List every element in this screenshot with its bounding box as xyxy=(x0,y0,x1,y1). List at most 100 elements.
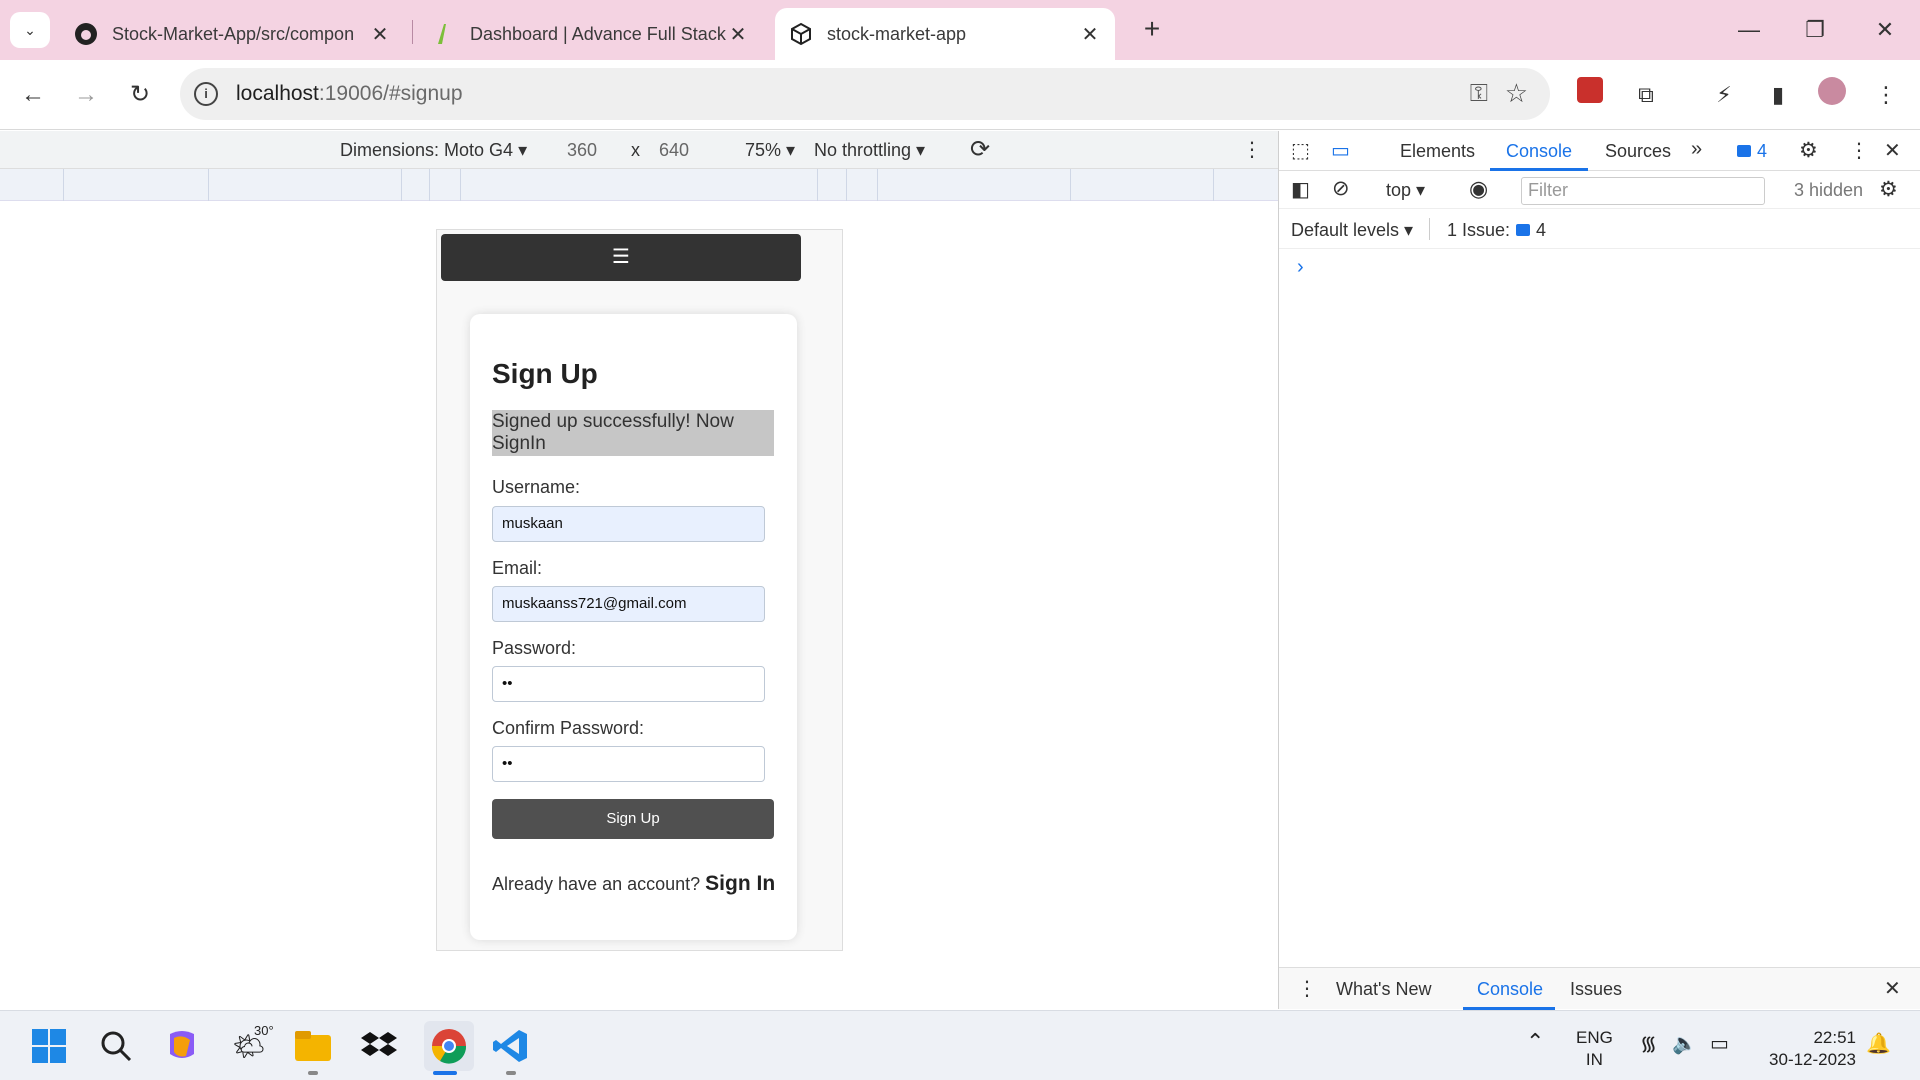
filter-input[interactable]: Filter xyxy=(1521,177,1765,205)
devtools-close-icon[interactable]: ✕ xyxy=(1884,138,1901,163)
tab-issues[interactable]: Issues xyxy=(1570,979,1622,1000)
issues-badge[interactable]: 4 xyxy=(1737,141,1767,162)
sidebar-toggle-icon[interactable]: ◧ xyxy=(1291,177,1310,202)
email-field[interactable]: muskaanss721@gmail.com xyxy=(492,586,765,622)
windows-start-icon[interactable] xyxy=(28,1025,70,1067)
more-menu-icon[interactable]: ⋮ xyxy=(1868,77,1904,113)
weather-icon[interactable]: 🌤 30° xyxy=(228,1023,273,1067)
clock[interactable]: 22:51 30-12-2023 xyxy=(1760,1027,1856,1071)
emulated-viewport: ☰ Sign Up Signed up successfully! Now Si… xyxy=(0,201,1278,1009)
close-icon[interactable]: ✕ xyxy=(1079,22,1101,47)
notification-bell-icon[interactable]: 🔔 xyxy=(1866,1033,1891,1055)
height-field[interactable]: 640 xyxy=(659,140,689,161)
tab-separator xyxy=(412,20,413,44)
devtools-drawer: ⋮ What's New Console Issues ✕ xyxy=(1279,967,1920,1010)
bookmark-star-icon[interactable]: ☆ xyxy=(1505,78,1528,109)
avatar[interactable] xyxy=(1814,77,1850,113)
confirm-password-field[interactable]: •• xyxy=(492,746,765,782)
close-icon[interactable]: ✕ xyxy=(369,22,391,47)
site-info-icon[interactable]: i xyxy=(194,82,218,106)
time-text: 22:51 xyxy=(1813,1028,1856,1047)
battery-icon[interactable]: ▭ xyxy=(1710,1033,1729,1055)
address-bar[interactable]: i localhost:19006/#signup ⚿ ☆ xyxy=(180,68,1550,120)
hamburger-icon[interactable]: ☰ xyxy=(612,246,630,268)
throttling-dropdown[interactable]: No throttling ▾ xyxy=(814,140,925,161)
media-query-ruler xyxy=(0,169,1278,201)
language-indicator[interactable]: ENG IN xyxy=(1576,1027,1613,1071)
tab-stock-market-app[interactable]: stock-market-app ✕ xyxy=(775,8,1115,60)
username-field[interactable]: muskaan xyxy=(492,506,765,542)
back-arrow-icon[interactable]: ← xyxy=(15,77,51,113)
tab-console[interactable]: Console xyxy=(1506,141,1572,162)
copilot-icon[interactable] xyxy=(161,1025,203,1067)
issues-link[interactable]: 4 xyxy=(1516,220,1546,241)
tab-search-button[interactable]: ⌄ xyxy=(10,12,50,48)
running-indicator xyxy=(506,1071,516,1075)
menu-bar[interactable]: ☰ xyxy=(441,234,801,281)
rotate-icon[interactable]: ⟳ xyxy=(970,135,990,164)
more-tabs-icon[interactable]: » xyxy=(1691,138,1702,161)
restore-button[interactable]: ❐ xyxy=(1790,10,1840,50)
settings-gear-icon[interactable]: ⚙ xyxy=(1799,138,1818,163)
close-icon[interactable]: ✕ xyxy=(727,22,749,47)
reload-icon[interactable]: ↻ xyxy=(122,77,158,113)
volume-icon[interactable]: 🔈 xyxy=(1672,1033,1697,1055)
file-explorer-icon[interactable] xyxy=(292,1025,334,1067)
signup-button[interactable]: Sign Up xyxy=(492,799,774,839)
console-prompt-icon[interactable]: › xyxy=(1297,256,1304,279)
clear-console-icon[interactable]: ⊘ xyxy=(1332,176,1350,201)
confirm-password-label: Confirm Password: xyxy=(492,718,645,738)
new-tab-button[interactable]: + xyxy=(1138,12,1166,48)
lang-bottom: IN xyxy=(1585,1050,1603,1069)
search-icon[interactable] xyxy=(95,1025,137,1067)
side-panel-icon[interactable]: ▮ xyxy=(1760,77,1796,113)
extension-red-icon[interactable] xyxy=(1572,77,1608,113)
running-indicator xyxy=(308,1071,318,1075)
tab-github[interactable]: Stock-Market-App/src/compon ✕ xyxy=(60,8,405,60)
leaf-icon xyxy=(432,22,456,46)
close-window-button[interactable]: ✕ xyxy=(1860,10,1910,50)
chevron-up-icon[interactable]: ⌃ xyxy=(1526,1031,1544,1053)
tab-elements[interactable]: Elements xyxy=(1400,141,1475,162)
drawer-close-icon[interactable]: ✕ xyxy=(1884,976,1901,1001)
password-field[interactable]: •• xyxy=(492,666,765,702)
tab-sources[interactable]: Sources xyxy=(1605,141,1671,162)
console-settings-gear-icon[interactable]: ⚙ xyxy=(1879,177,1898,202)
tab-title: Dashboard | Advance Full Stack xyxy=(470,23,726,44)
vscode-icon[interactable] xyxy=(490,1025,532,1067)
issues-label: 1 Issue: xyxy=(1447,220,1511,240)
username-label: Username: xyxy=(492,477,581,497)
message-icon xyxy=(1516,224,1530,237)
device-toggle-icon[interactable]: ▭ xyxy=(1331,138,1350,163)
console-toolbar: ◧ ⊘ top ▾ ◉ Filter 3 hidden ⚙ xyxy=(1279,171,1920,209)
context-selector[interactable]: top ▾ xyxy=(1386,180,1425,201)
message-icon xyxy=(1737,145,1751,158)
url-text[interactable]: localhost:19006/#signup xyxy=(236,82,463,106)
dimensions-dropdown[interactable]: Dimensions: Moto G4 ▾ xyxy=(340,140,527,161)
key-icon[interactable]: ⚿ xyxy=(1470,80,1488,108)
tab-whats-new[interactable]: What's New xyxy=(1336,979,1431,1000)
zoom-dropdown[interactable]: 75% ▾ xyxy=(745,140,795,161)
tab-drawer-console[interactable]: Console xyxy=(1477,979,1543,1000)
lang-top: ENG xyxy=(1576,1028,1613,1047)
active-indicator xyxy=(433,1071,457,1075)
times-label: x xyxy=(631,140,640,160)
inspect-element-icon[interactable]: ⬚ xyxy=(1291,138,1310,163)
forward-arrow-icon[interactable]: → xyxy=(68,77,104,113)
devtools-more-icon[interactable]: ⋮ xyxy=(1849,138,1869,163)
device-more-icon[interactable]: ⋮ xyxy=(1242,137,1262,162)
minimize-button[interactable]: — xyxy=(1724,10,1774,50)
signin-link[interactable]: Sign In xyxy=(705,872,775,895)
chrome-icon[interactable] xyxy=(424,1021,474,1071)
eye-icon[interactable]: ◉ xyxy=(1469,176,1488,202)
width-field[interactable]: 360 xyxy=(567,140,597,161)
wifi-icon[interactable]: ᯾ xyxy=(1640,1033,1657,1055)
default-levels-dropdown[interactable]: Default levels ▾ xyxy=(1291,220,1413,241)
divider xyxy=(1429,218,1430,240)
performance-icon[interactable]: ⚡ xyxy=(1706,77,1742,113)
password-label: Password: xyxy=(492,638,577,658)
puzzle-icon[interactable]: ⧉ xyxy=(1628,77,1664,113)
dropbox-icon[interactable] xyxy=(358,1025,400,1067)
tab-dashboard[interactable]: Dashboard | Advance Full Stack ✕ xyxy=(418,8,763,60)
drawer-menu-icon[interactable]: ⋮ xyxy=(1297,976,1317,1001)
